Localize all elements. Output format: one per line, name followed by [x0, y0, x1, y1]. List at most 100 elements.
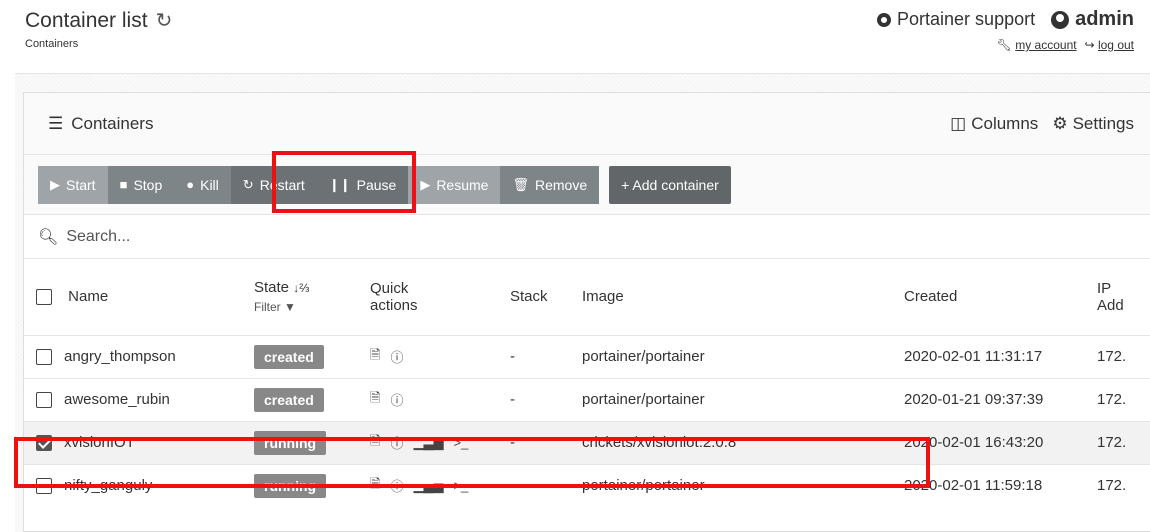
console-icon[interactable]: >_ [453, 478, 468, 493]
ip-cell: 172. [1097, 477, 1127, 495]
start-label: Start [66, 176, 96, 193]
refresh-icon: ↻ [242, 176, 254, 192]
remove-label: Remove [534, 176, 588, 193]
stop-button[interactable]: ■ Stop [107, 165, 175, 204]
start-button[interactable]: ▶ Start [38, 165, 108, 204]
username: admin [1075, 8, 1134, 30]
widget-title: Containers [71, 113, 154, 133]
stack-cell: - [510, 348, 515, 365]
state-header[interactable]: State ↓⅔ Filter ▼ [254, 259, 370, 335]
log-out-link[interactable]: ↪ log out [1085, 38, 1134, 52]
pause-icon: ❙❙ [328, 176, 351, 192]
stack-cell: - [510, 477, 515, 495]
stats-icon[interactable]: ▁▃▅ [413, 478, 443, 494]
stats-icon[interactable]: ▁▃▅ [413, 435, 443, 451]
created-header[interactable]: Created [904, 259, 1097, 335]
info-icon[interactable]: ⓘ [390, 433, 403, 452]
logs-icon[interactable]: 🗎︎ [370, 432, 380, 454]
row-checkbox[interactable] [36, 349, 52, 366]
status-badge: created [254, 387, 324, 412]
resume-button[interactable]: ▶ Resume [408, 165, 501, 204]
sort-icon: ↓⅔ [293, 281, 310, 296]
ip-header[interactable]: IP Add [1097, 259, 1150, 335]
table-header-row: Name State ↓⅔ Filter ▼ Quick actions Sta… [24, 259, 1150, 335]
settings-button[interactable]: ⚙ Settings [1052, 114, 1134, 134]
support-link[interactable]: Portainer support [877, 9, 1035, 30]
pause-label: Pause [356, 176, 397, 193]
action-bar: ▶ Start ■ Stop ● Kill ↻ Restart ❙❙ Pause ▶ Res… [24, 155, 1150, 215]
kill-button[interactable]: ● Kill [174, 165, 231, 204]
row-checkbox[interactable] [36, 435, 52, 452]
ip-cell: 172. [1097, 434, 1127, 451]
container-name[interactable]: nifty_ganguly [64, 477, 152, 494]
pause-button[interactable]: ❙❙ Pause [316, 165, 409, 204]
info-icon[interactable]: ⓘ [390, 390, 403, 409]
created-cell: 2020-02-01 11:59:18 [904, 477, 1043, 495]
container-name[interactable]: xvisionIOT [64, 434, 135, 451]
refresh-icon[interactable]: ↻ [156, 8, 173, 33]
status-badge: running [254, 473, 327, 498]
name-header[interactable]: Name [24, 259, 254, 335]
console-icon[interactable]: >_ [453, 435, 468, 450]
created-cell: 2020-01-21 09:37:39 [904, 391, 1044, 408]
page-header: Container list ↻ Containers Portainer su… [0, 0, 1150, 70]
logs-icon[interactable]: 🗎︎ [370, 389, 380, 411]
image-header[interactable]: Image [582, 259, 904, 335]
created-cell: 2020-02-01 11:31:17 [904, 348, 1043, 365]
image-cell: portainer/portainer [582, 348, 705, 365]
container-name[interactable]: angry_thompson [64, 348, 176, 365]
table-row[interactable]: awesome_rubin created 🗎︎ ⓘ - portainer/po… [24, 378, 1150, 421]
row-checkbox[interactable] [36, 392, 52, 409]
trash-icon: 🗑︎ [512, 176, 529, 192]
play-icon: ▶ [420, 176, 431, 192]
log-out-label: log out [1097, 38, 1134, 52]
search-icon: 🔍︎ [38, 228, 59, 246]
name-header-label: Name [68, 288, 109, 306]
container-actions: ▶ Start ■ Stop ● Kill ↻ Restart ❙❙ Pause ▶ Res… [38, 165, 600, 204]
ip-cell: 172. [1097, 391, 1127, 408]
image-cell: portainer/portainer [582, 391, 705, 408]
created-cell: 2020-02-01 16:43:20 [904, 434, 1044, 451]
add-container-button[interactable]: + Add container [609, 165, 731, 204]
container-name[interactable]: awesome_rubin [64, 391, 170, 408]
status-badge: running [254, 430, 327, 455]
logs-icon[interactable]: 🗎︎ [370, 346, 380, 368]
state-filter[interactable]: Filter ▼ [254, 300, 370, 314]
stop-label: Stop [133, 176, 163, 193]
containers-widget: ☰ Containers ◫ Columns ⚙ Settings ▶ Start ■… [23, 92, 1150, 532]
search-input[interactable] [66, 227, 467, 246]
my-account-link[interactable]: 🔧︎ my account [997, 38, 1077, 52]
filter-icon: ▼ [284, 300, 296, 315]
filter-label: Filter [254, 300, 281, 315]
play-icon: ▶ [50, 176, 60, 192]
quick-label: Quick [370, 279, 409, 297]
stack-header[interactable]: Stack [510, 259, 582, 335]
select-all-checkbox[interactable] [36, 289, 52, 306]
resume-label: Resume [436, 176, 489, 193]
page-title: Container list ↻ [25, 8, 172, 33]
actions-label: actions [370, 296, 418, 314]
search-bar: 🔍︎ [24, 215, 1150, 259]
ip-cell: 172. [1097, 348, 1127, 365]
info-icon[interactable]: ⓘ [390, 476, 403, 495]
table-row[interactable]: xvisionIOT running 🗎︎ ⓘ ▁▃▅ >_ - crickets/x… [24, 421, 1150, 464]
columns-button[interactable]: ◫ Columns [950, 114, 1038, 134]
info-icon[interactable]: ⓘ [390, 347, 403, 366]
columns-label: Columns [971, 113, 1039, 133]
stack-cell: - [510, 434, 515, 451]
image-cell: portainer/portainer [582, 477, 705, 495]
table-row[interactable]: nifty_ganguly running 🗎︎ ⓘ ▁▃▅ >_ - portain… [24, 464, 1150, 507]
remove-button[interactable]: 🗑︎ Remove [500, 165, 600, 204]
image-cell: crickets/xvisioniot:2.0.8 [582, 434, 737, 451]
row-checkbox[interactable] [36, 478, 52, 495]
columns-icon: ◫ [950, 113, 967, 133]
user-icon [1051, 10, 1070, 29]
logs-icon[interactable]: 🗎︎ [370, 475, 380, 497]
server-icon: ☰ [48, 113, 64, 133]
table-row[interactable]: angry_thompson created 🗎︎ ⓘ - portainer/p… [24, 335, 1150, 378]
my-account-label: my account [1015, 38, 1077, 52]
restart-button[interactable]: ↻ Restart [230, 165, 317, 204]
containers-table: Name State ↓⅔ Filter ▼ Quick actions Sta… [24, 259, 1150, 507]
ip-header-label2: Add [1097, 296, 1124, 314]
bomb-icon: ● [186, 177, 195, 192]
